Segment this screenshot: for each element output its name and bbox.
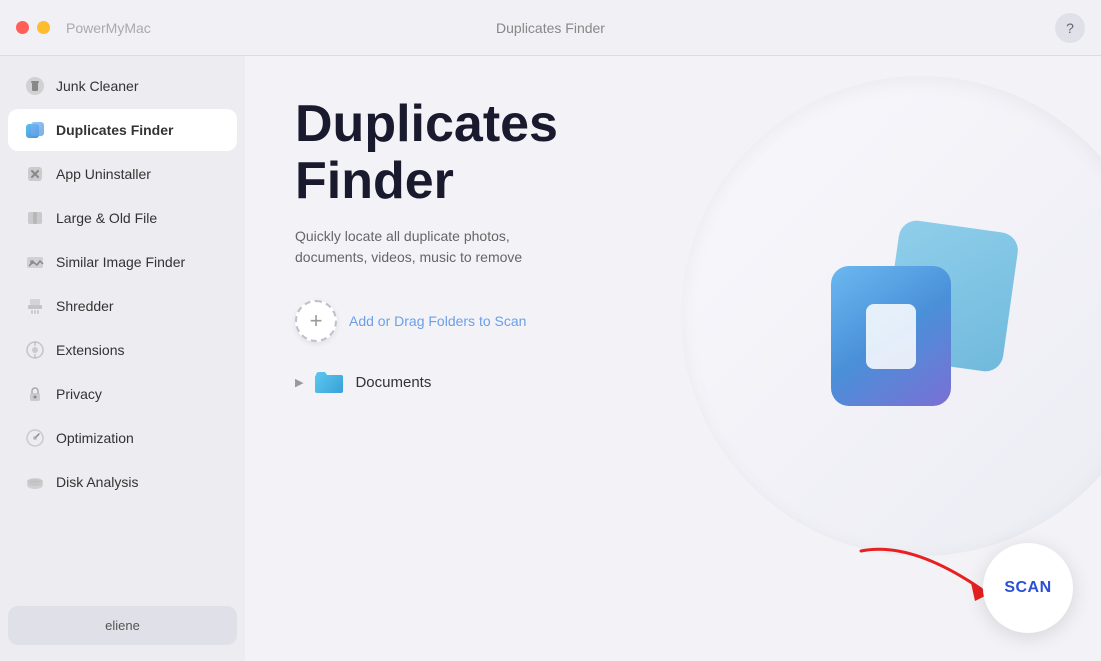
sidebar-label-shredder: Shredder <box>56 298 114 314</box>
sidebar-label-privacy: Privacy <box>56 386 102 402</box>
sidebar-item-disk-analysis[interactable]: Disk Analysis <box>8 461 237 503</box>
sidebar-item-similar-image-finder[interactable]: Similar Image Finder <box>8 241 237 283</box>
page-title: Duplicates Finder <box>295 96 555 210</box>
app-uninstaller-icon <box>24 163 46 185</box>
dup-card-inner <box>866 304 916 369</box>
disk-analysis-icon <box>24 471 46 493</box>
help-button[interactable]: ? <box>1055 13 1085 43</box>
sidebar-item-app-uninstaller[interactable]: App Uninstaller <box>8 153 237 195</box>
content-area: Duplicates Finder Quickly locate all dup… <box>245 56 1101 661</box>
main-layout: Junk Cleaner <box>0 56 1101 661</box>
shredder-icon <box>24 295 46 317</box>
illustration-circle <box>681 76 1101 556</box>
sidebar-item-privacy[interactable]: Privacy <box>8 373 237 415</box>
sidebar: Junk Cleaner <box>0 56 245 661</box>
sidebar-item-large-old-file[interactable]: Large & Old File <box>8 197 237 239</box>
duplicates-illustration <box>831 226 1011 406</box>
similar-image-finder-icon <box>24 251 46 273</box>
sidebar-item-junk-cleaner[interactable]: Junk Cleaner <box>8 65 237 107</box>
scan-button[interactable]: SCAN <box>983 543 1073 633</box>
sidebar-item-extensions[interactable]: Extensions <box>8 329 237 371</box>
junk-cleaner-icon <box>24 75 46 97</box>
page-description: Quickly locate all duplicate photos, doc… <box>295 226 535 268</box>
sidebar-label-similar-image-finder: Similar Image Finder <box>56 254 185 270</box>
optimization-icon <box>24 427 46 449</box>
sidebar-label-app-uninstaller: App Uninstaller <box>56 166 151 182</box>
sidebar-label-disk-analysis: Disk Analysis <box>56 474 138 490</box>
scan-button-wrap: SCAN <box>983 543 1073 633</box>
documents-folder-name: Documents <box>355 374 431 391</box>
sidebar-label-extensions: Extensions <box>56 342 124 358</box>
dup-card-front <box>831 266 951 406</box>
sidebar-label-large-old-file: Large & Old File <box>56 210 157 226</box>
close-button[interactable] <box>16 21 29 34</box>
sidebar-label-junk-cleaner: Junk Cleaner <box>56 78 139 94</box>
window-title: Duplicates Finder <box>496 20 605 36</box>
folder-chevron-icon: ▶ <box>295 376 303 389</box>
minimize-button[interactable] <box>37 21 50 34</box>
app-name: PowerMyMac <box>66 20 151 36</box>
privacy-icon <box>24 383 46 405</box>
folder-icon <box>313 366 345 398</box>
add-folder-circle-icon: + <box>295 300 337 342</box>
user-button[interactable]: eliene <box>8 606 237 645</box>
traffic-lights <box>16 21 50 34</box>
duplicates-finder-icon <box>24 119 46 141</box>
titlebar: PowerMyMac Duplicates Finder ? <box>0 0 1101 56</box>
sidebar-label-optimization: Optimization <box>56 430 134 446</box>
add-folder-label: Add or Drag Folders to Scan <box>349 313 526 329</box>
sidebar-item-optimization[interactable]: Optimization <box>8 417 237 459</box>
sidebar-item-shredder[interactable]: Shredder <box>8 285 237 327</box>
sidebar-label-duplicates-finder: Duplicates Finder <box>56 122 173 138</box>
extensions-icon <box>24 339 46 361</box>
large-old-file-icon <box>24 207 46 229</box>
sidebar-item-duplicates-finder[interactable]: Duplicates Finder <box>8 109 237 151</box>
